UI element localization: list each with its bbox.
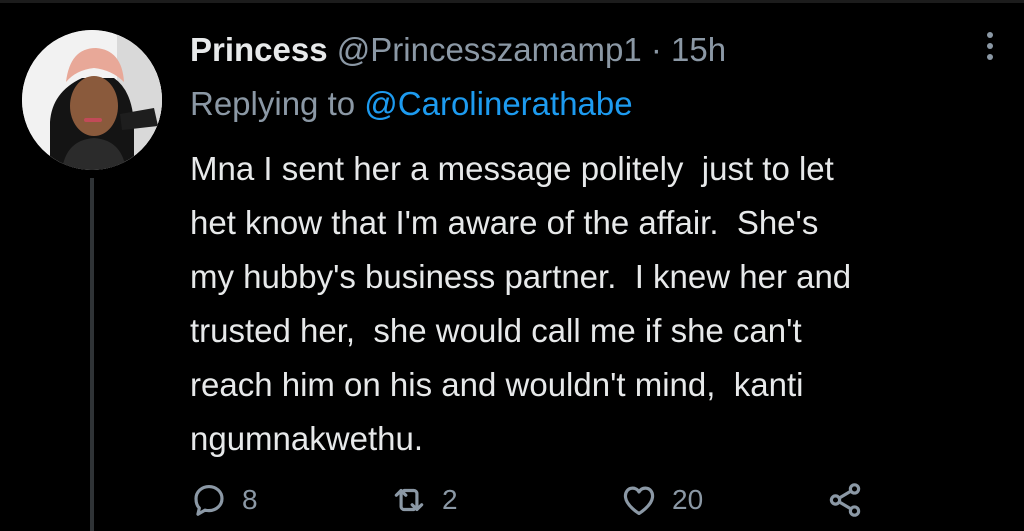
tweet[interactable]: Princess @Princesszamamp1 · 15h Replying…	[0, 0, 1024, 531]
heart-icon	[623, 486, 655, 516]
replying-to: Replying to @Carolinerathabe	[190, 82, 633, 126]
tweet-text-line: reach him on his and wouldn't mind, kant…	[190, 366, 804, 403]
author-handle[interactable]: @Princesszamamp1	[337, 31, 642, 68]
tweet-header: Princess @Princesszamamp1 · 15h	[190, 25, 944, 75]
like-count: 20	[672, 484, 704, 515]
tweet-text-line: trusted her, she would call me if she ca…	[190, 312, 802, 349]
author-name[interactable]: Princess	[190, 31, 328, 68]
tweet-text-line: my hubby's business partner. I knew her …	[190, 258, 852, 295]
retweet-button[interactable]: 2	[390, 478, 458, 522]
tweet-text-line: ngumnakwethu.	[190, 420, 423, 457]
reply-count: 8	[242, 484, 258, 515]
retweet-count: 2	[442, 484, 458, 515]
thread-line	[90, 178, 94, 531]
timestamp[interactable]: 15h	[671, 31, 726, 68]
more-icon[interactable]	[980, 32, 1000, 68]
tweet-text-line: het know that I'm aware of the affair. S…	[190, 204, 819, 241]
avatar-image	[22, 30, 162, 170]
share-button[interactable]	[826, 478, 864, 522]
avatar[interactable]	[22, 30, 162, 170]
reply-button[interactable]: 8	[190, 478, 258, 522]
tweet-text-line: Mna I sent her a message politely just t…	[190, 150, 834, 187]
separator-dot: ·	[650, 31, 662, 68]
reply-bubble-icon	[194, 484, 224, 516]
share-icon	[829, 483, 861, 517]
action-bar: 8 2 20	[190, 478, 970, 522]
retweet-icon	[394, 488, 424, 512]
tweet-text: Mna I sent her a message politely just t…	[190, 142, 1010, 466]
like-button[interactable]: 20	[620, 478, 703, 522]
replying-to-label: Replying to	[190, 85, 356, 122]
replying-to-handle[interactable]: @Carolinerathabe	[364, 85, 632, 122]
